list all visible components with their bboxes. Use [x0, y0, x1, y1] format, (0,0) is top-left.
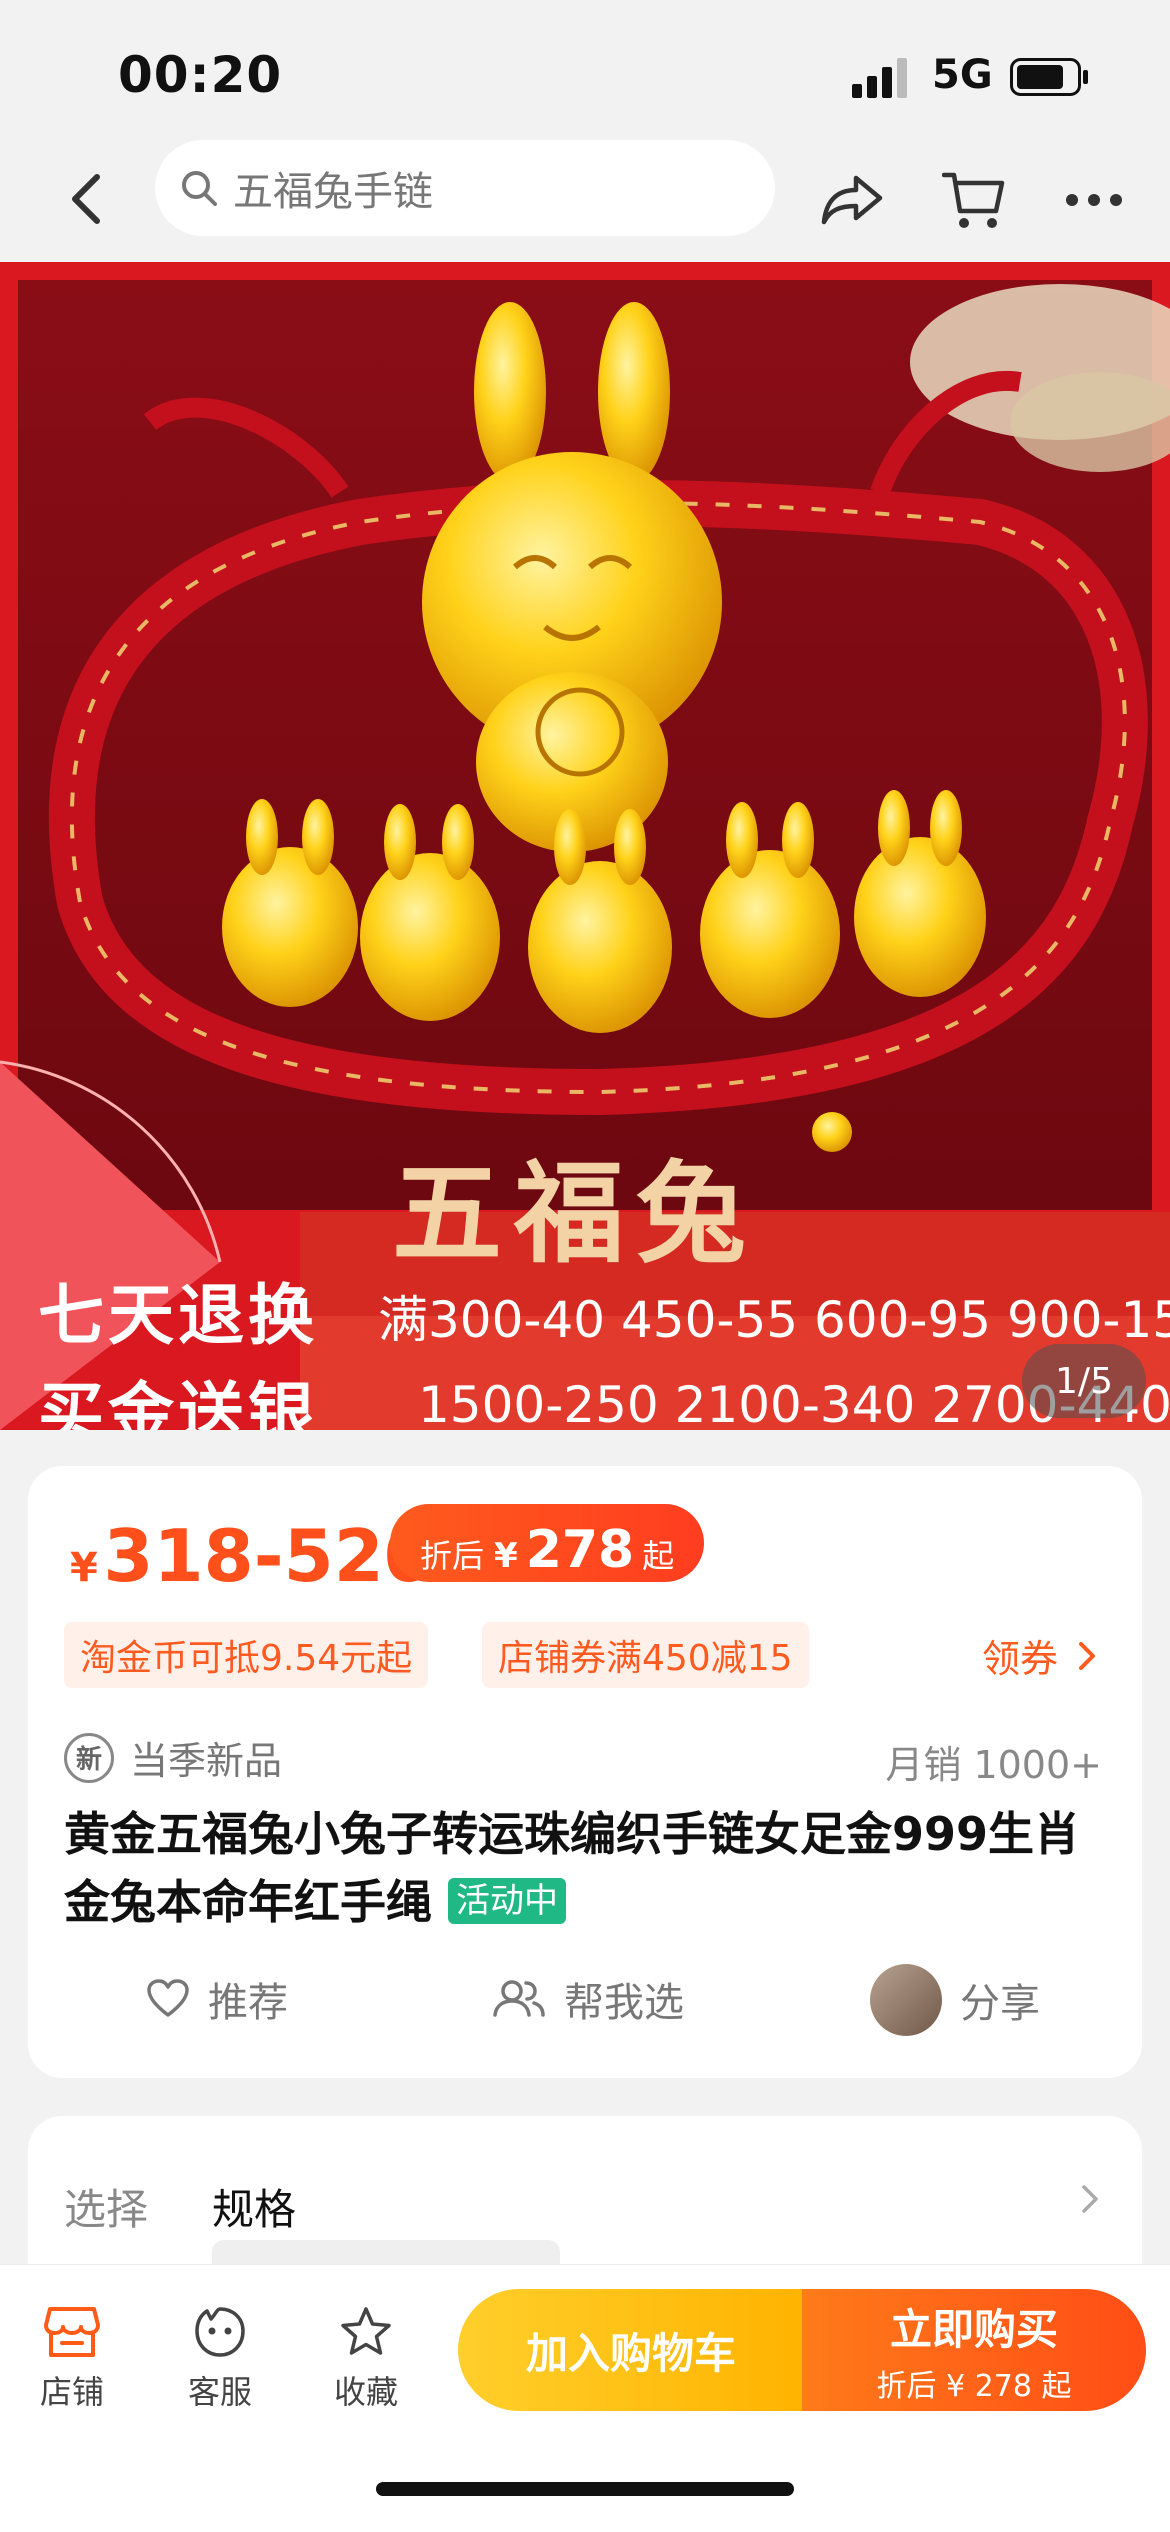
recommend-button[interactable]: 推荐	[146, 1970, 288, 2028]
activity-tag: 活动中	[448, 1878, 567, 1924]
cart-button[interactable]	[934, 160, 1014, 240]
search-input[interactable]: 五福兔手链	[155, 140, 775, 236]
search-icon	[182, 171, 217, 206]
add-to-cart-button[interactable]: 加入购物车	[458, 2289, 804, 2411]
price-value: 318-520	[103, 1514, 434, 1598]
share-arrow-icon	[821, 175, 883, 225]
network-label: 5G	[932, 52, 993, 98]
new-season-label: 当季新品	[130, 1739, 283, 1783]
product-title: 黄金五福兔小兔子转运珠编织手链女足金999生肖金兔本命年红手绳 活动中	[64, 1800, 1114, 1936]
more-button[interactable]	[1054, 160, 1134, 240]
get-coupon-label: 领券	[981, 1637, 1058, 1681]
star-icon	[341, 2307, 391, 2355]
buy-now-label: 立即购买	[889, 2304, 1058, 2354]
help-choose-button[interactable]: 帮我选	[492, 1970, 684, 2028]
store-icon	[44, 2307, 100, 2357]
back-button[interactable]	[52, 164, 122, 234]
after-symbol: ¥	[494, 1536, 518, 1576]
new-season-row: 新 当季新品	[64, 1730, 282, 1785]
after-label: 折后	[420, 1537, 485, 1575]
heart-icon	[146, 1979, 190, 2019]
search-placeholder: 五福兔手链	[233, 169, 433, 215]
status-time: 00:20	[118, 46, 283, 104]
recommend-label: 推荐	[208, 1980, 288, 2026]
chevron-right-icon	[1079, 1641, 1095, 1670]
product-info-card: ¥ 318-520 折后 ¥ 278 起 淘金币可抵9.54元起 店铺券满450…	[28, 1466, 1142, 2078]
signal-icon	[852, 58, 907, 98]
favorite-tab-label: 收藏	[333, 2373, 398, 2411]
share-button[interactable]	[812, 160, 892, 240]
more-dots-icon	[1066, 194, 1122, 206]
price-range: ¥ 318-520	[70, 1514, 434, 1598]
monthly-sales: 月销 1000+	[885, 1743, 1102, 1787]
coin-discount-chip[interactable]: 淘金币可抵9.54元起	[64, 1622, 429, 1688]
share-label: 分享	[960, 1981, 1040, 2027]
people-icon	[492, 1979, 546, 2019]
after-suffix: 起	[642, 1537, 675, 1575]
user-avatar	[870, 1964, 942, 2036]
spec-value: 规格	[212, 2185, 297, 2234]
return-policy-badge: 七天退换	[38, 1277, 318, 1354]
chevron-right-icon	[1082, 2185, 1098, 2213]
product-image-carousel[interactable]: 五福兔 七天退换 买金送银 满300-40 450-55 600-95 900-…	[0, 262, 1170, 1430]
nav-bar: 五福兔手链	[0, 140, 1170, 260]
new-badge-icon: 新	[64, 1732, 114, 1783]
service-tab-label: 客服	[187, 2373, 252, 2411]
cart-icon	[942, 172, 1005, 228]
store-tab-label: 店铺	[39, 2373, 104, 2411]
buy-now-button[interactable]: 立即购买 折后 ¥ 278 起	[802, 2289, 1146, 2411]
spec-select-label: 选择	[64, 2185, 149, 2234]
after-price: 278	[525, 1520, 635, 1580]
hero-product-name: 五福兔	[392, 1150, 758, 1278]
back-arrow-icon	[72, 174, 100, 224]
service-tab[interactable]: 客服	[160, 2305, 280, 2413]
customer-service-icon	[195, 2307, 245, 2357]
battery-icon	[1010, 58, 1088, 96]
get-coupon-link[interactable]: 领券	[982, 1628, 1102, 1683]
gift-badge: 买金送银	[38, 1375, 318, 1430]
share-product-button[interactable]: 分享	[870, 1964, 1040, 2036]
discount-price-badge: 折后 ¥ 278 起	[390, 1504, 705, 1582]
store-tab[interactable]: 店铺	[12, 2305, 132, 2413]
home-indicator	[376, 2482, 794, 2496]
store-coupon-chip[interactable]: 店铺券满450减15	[482, 1622, 809, 1688]
favorite-tab[interactable]: 收藏	[306, 2305, 426, 2413]
price-symbol: ¥	[70, 1545, 98, 1591]
help-choose-label: 帮我选	[564, 1980, 684, 2026]
product-title-text: 黄金五福兔小兔子转运珠编织手链女足金999生肖金兔本命年红手绳	[64, 1807, 1081, 1929]
promo-discount-line1: 满300-40 450-55 600-95 900-150	[378, 1291, 1170, 1349]
status-bar: 00:20 5G	[0, 0, 1170, 140]
image-counter: 1/5	[1022, 1344, 1146, 1418]
buy-now-price: 折后 ¥ 278 起	[876, 2368, 1072, 2404]
